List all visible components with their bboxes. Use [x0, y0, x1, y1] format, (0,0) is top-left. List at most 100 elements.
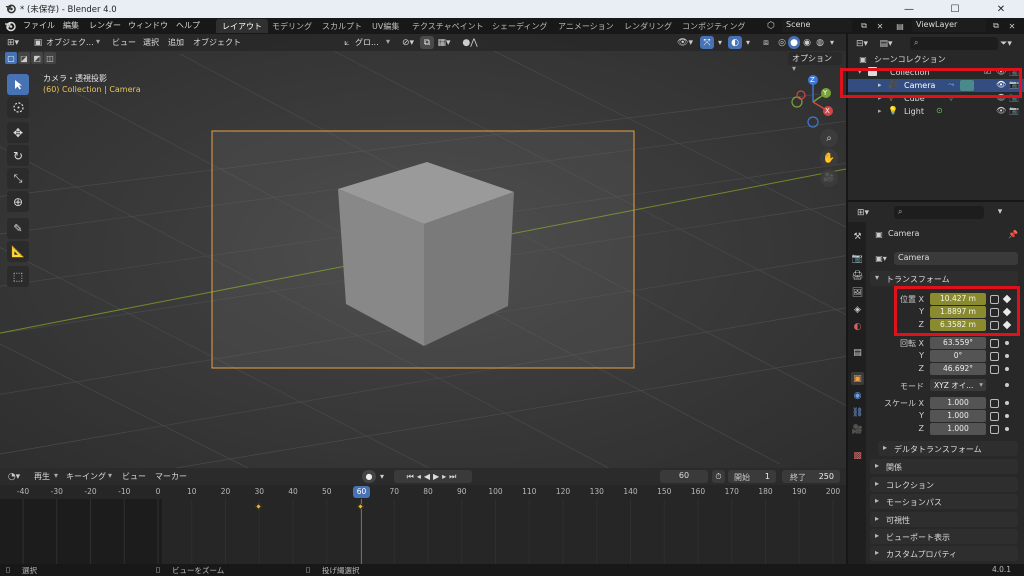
pin-icon[interactable]: 📌	[1008, 229, 1018, 239]
options-menu[interactable]: オプション ▾	[788, 52, 842, 73]
render-tab-icon[interactable]: 📷	[851, 252, 864, 265]
zoom-icon[interactable]: ⌕	[820, 129, 838, 147]
keyframe-dot-icon[interactable]	[1005, 427, 1009, 431]
custom-properties-panel-header[interactable]: ▸ カスタムプロパティ	[870, 546, 1018, 561]
select-invert-icon[interactable]: ◫	[44, 52, 56, 64]
view-layer-field[interactable]: ViewLayer	[912, 19, 986, 32]
keyframe-marker[interactable]	[255, 502, 263, 511]
mode-dropdown-icon[interactable]: ▾	[96, 37, 100, 46]
texture-tab-icon[interactable]: ▩	[851, 449, 864, 462]
keyframe-dot-icon[interactable]	[1005, 414, 1009, 418]
transform-tool[interactable]: ⊕	[7, 191, 29, 212]
transform-panel-header[interactable]: ▾ トランスフォーム	[870, 271, 1018, 286]
menu-window[interactable]: ウィンドウ	[128, 20, 168, 31]
physics-tab-icon[interactable]: ◉	[851, 389, 864, 402]
tab-animation[interactable]: アニメーション	[552, 19, 620, 33]
minimize-icon[interactable]: —	[886, 0, 932, 18]
orientation-dropdown-icon[interactable]: ▾	[386, 37, 390, 46]
tab-compositing[interactable]: コンポジティング	[676, 19, 752, 33]
filter-icon[interactable]: ⏷▾	[998, 38, 1014, 49]
viewport-display-panel-header[interactable]: ▸ ビューポート表示	[870, 529, 1018, 544]
camera-view-icon[interactable]: 🎥	[820, 169, 838, 187]
outliner-editor-icon[interactable]: ⊟▾	[854, 38, 870, 49]
shading-material-icon[interactable]: ◉	[801, 36, 813, 49]
properties-search-input[interactable]: ⌕	[894, 206, 984, 219]
keyframe-dot-icon[interactable]	[1005, 367, 1009, 371]
timeline-ruler[interactable]: -40 -30 -20 -10 0 10 20 30 40 50 70 80 90 100 110 120 13…	[0, 485, 846, 499]
scale-z-field[interactable]: 1.000	[930, 423, 986, 435]
menu-keying[interactable]: キーイング	[66, 471, 106, 482]
overlay-dropdown-icon[interactable]: ▾	[744, 37, 752, 48]
menu-timeline-view[interactable]: ビュー	[122, 471, 146, 482]
visibility-panel-header[interactable]: ▸ 可視性	[870, 512, 1018, 527]
constraints-tab-icon[interactable]: ⛓	[851, 406, 864, 419]
options-menu-icon[interactable]: ▾	[994, 206, 1006, 218]
transform-orientation-select[interactable]: グロ...	[355, 37, 379, 48]
outliner-search-input[interactable]: ⌕	[910, 37, 998, 50]
lock-icon[interactable]	[990, 352, 999, 361]
menu-help[interactable]: ヘルプ	[176, 20, 200, 31]
scale-y-field[interactable]: 1.000	[930, 410, 986, 422]
display-mode-icon[interactable]: ▤▾	[878, 38, 894, 49]
start-frame-field[interactable]: 開始 1	[728, 470, 776, 483]
3d-viewport[interactable]: カメラ・透視投影 (60) Collection | Camera Z Y X …	[0, 34, 846, 468]
render-camera-icon[interactable]: 📷	[1009, 106, 1019, 115]
menu-playback[interactable]: 再生	[34, 471, 50, 482]
keyframe-dot-icon[interactable]	[1005, 354, 1009, 358]
lock-icon[interactable]	[990, 339, 999, 348]
menu-select[interactable]: 選択	[143, 37, 159, 48]
tab-rendering[interactable]: レンダリング	[618, 19, 678, 33]
scene-field[interactable]: Scene	[782, 19, 852, 32]
close-icon[interactable]: ✕	[978, 0, 1024, 18]
tab-modeling[interactable]: モデリング	[266, 19, 318, 33]
editor-type-icon[interactable]: ⊞▾	[6, 37, 20, 48]
xray-icon[interactable]: ⧈	[760, 37, 772, 48]
rotate-tool[interactable]: ↻	[7, 145, 29, 166]
properties-editor-icon[interactable]: ⊞▾	[854, 207, 872, 218]
select-extend-icon[interactable]: ◪	[18, 52, 30, 64]
tool-tab-icon[interactable]: ⚒	[851, 230, 864, 243]
keyframe-dot-icon[interactable]	[1005, 341, 1009, 345]
snap-target-icon[interactable]: ▦▾	[436, 37, 452, 48]
pivot-point-icon[interactable]: ⊘▾	[398, 37, 418, 48]
current-frame-field[interactable]: 60	[660, 470, 708, 483]
object-data-tab-icon[interactable]: 🎥	[851, 423, 864, 436]
tab-texture-paint[interactable]: テクスチャペイント	[406, 19, 490, 33]
world-tab-icon[interactable]: ◐	[851, 320, 864, 333]
menu-render[interactable]: レンダー	[89, 20, 121, 31]
outliner[interactable]: ⊟▾ ▤▾ ⌕ ⏷▾ ▣ シーンコレクション ▾ Collection ☑ 👁 …	[846, 34, 1024, 200]
tab-uv-editing[interactable]: UV編集	[366, 19, 405, 33]
scale-tool[interactable]: ⤡	[7, 168, 29, 189]
rotation-x-field[interactable]: 63.559°	[930, 337, 986, 349]
menu-edit[interactable]: 編集	[63, 20, 79, 31]
cursor-tool[interactable]	[7, 97, 29, 118]
menu-marker[interactable]: マーカー	[155, 471, 187, 482]
overlay-toggle-icon[interactable]: ◐	[728, 36, 742, 49]
expand-arrow-icon[interactable]: ▸	[878, 107, 882, 115]
shading-rendered-icon[interactable]: ◍	[814, 36, 826, 49]
playback-dropdown-icon[interactable]: ▾	[54, 471, 58, 480]
gizmo-toggle-icon[interactable]: ⤧	[700, 36, 714, 49]
object-name-field[interactable]: Camera	[894, 252, 1018, 265]
snap-icon[interactable]: ⧉	[420, 36, 434, 49]
visibility-icon[interactable]: 👁▾	[676, 37, 694, 48]
keyframe-marker[interactable]	[356, 502, 364, 511]
object-data-icon[interactable]: ▣▾	[874, 253, 888, 264]
scene-tab-icon[interactable]: ◈	[851, 303, 864, 316]
lock-icon[interactable]	[990, 412, 999, 421]
view-layer-tab-icon[interactable]: 🖼	[851, 286, 864, 299]
blender-menu-icon[interactable]	[4, 20, 16, 32]
timeline-editor-icon[interactable]: ◔▾	[6, 471, 22, 482]
collection-tab-icon[interactable]: ▤	[851, 346, 864, 359]
playback-controls[interactable]: ⏮◂◀▶▸⏭	[394, 470, 472, 483]
pan-hand-icon[interactable]: ✋	[820, 149, 838, 167]
new-view-layer-icon[interactable]: ⧉	[990, 20, 1002, 32]
move-tool[interactable]: ✥	[7, 122, 29, 143]
playhead-frame-indicator[interactable]: 60	[353, 486, 370, 498]
lock-icon[interactable]	[990, 399, 999, 408]
select-subtract-icon[interactable]: ◩	[31, 52, 43, 64]
rotation-y-field[interactable]: 0°	[930, 350, 986, 362]
menu-view[interactable]: ビュー	[112, 37, 136, 48]
keyframe-dot-icon[interactable]	[1005, 383, 1009, 387]
outliner-row-light[interactable]: ▸ 💡 Light ⊙ 👁 📷	[848, 105, 1024, 118]
